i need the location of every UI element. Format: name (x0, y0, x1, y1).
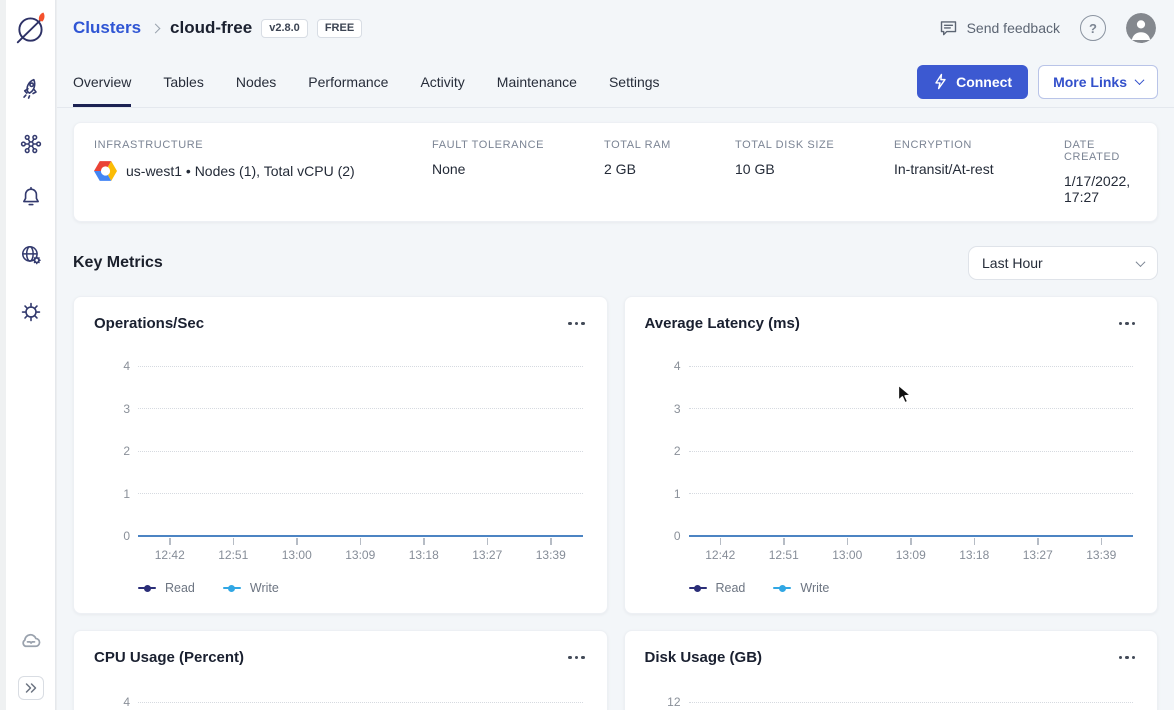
tab-activity[interactable]: Activity (420, 56, 464, 107)
x-axis-labels: 12:4212:5113:0013:0913:1813:2713:39 (138, 548, 583, 562)
time-range-select[interactable]: Last Hour (968, 246, 1158, 280)
chart-title: Disk Usage (GB) (645, 649, 763, 666)
feedback-speech-bubble-icon (938, 18, 959, 39)
chart-menu-ellipsis-icon[interactable] (566, 318, 587, 330)
send-feedback-button[interactable]: Send feedback (938, 18, 1060, 39)
chevron-down-icon (1136, 257, 1146, 267)
sidebar (6, 0, 56, 710)
key-metrics-title: Key Metrics (73, 254, 163, 272)
sidebar-item-settings-gear-icon[interactable] (18, 299, 44, 325)
tab-tables[interactable]: Tables (163, 56, 203, 107)
info-encryption: ENCRYPTION In-transit/At-rest (894, 139, 1064, 205)
x-axis-ticks (689, 538, 1134, 545)
chart-plot: 4 3 2 1 0 12:4212:5113:0013:0913:1813:27… (645, 359, 1134, 613)
key-metrics-row: Key Metrics Last Hour (57, 222, 1174, 280)
chart-menu-ellipsis-icon[interactable] (566, 652, 587, 664)
info-fault-tolerance: FAULT TOLERANCE None (432, 139, 604, 205)
tab-actions: Connect More Links (917, 56, 1158, 107)
legend-write[interactable]: Write (223, 581, 279, 595)
lightning-bolt-icon (933, 73, 948, 90)
chart-menu-ellipsis-icon[interactable] (1117, 318, 1138, 330)
chart-title: Operations/Sec (94, 315, 204, 332)
header-actions: Send feedback ? (938, 13, 1156, 43)
tab-overview[interactable]: Overview (73, 56, 131, 107)
x-axis-ticks (138, 538, 583, 545)
info-infrastructure: INFRASTRUCTURE us-west1 • Nodes (1), Tot… (94, 139, 432, 205)
send-feedback-label: Send feedback (967, 20, 1060, 36)
chart-card-operations-per-sec: Operations/Sec 4 3 2 1 0 12:4212:5113:00… (73, 296, 608, 614)
tab-performance[interactable]: Performance (308, 56, 388, 107)
chevron-down-icon (1135, 75, 1145, 85)
legend-read[interactable]: Read (689, 581, 746, 595)
cluster-info-card: INFRASTRUCTURE us-west1 • Nodes (1), Tot… (73, 122, 1158, 222)
tab-nodes[interactable]: Nodes (236, 56, 276, 107)
chart-plot: 12 (645, 693, 1134, 710)
app-window: Clusters cloud-free v2.8.0 FREE Send fee… (0, 0, 1174, 710)
tabs: Overview Tables Nodes Performance Activi… (73, 56, 660, 107)
connect-button[interactable]: Connect (917, 65, 1028, 99)
brand-logo-planet-rocket-icon[interactable] (13, 10, 49, 46)
chart-menu-ellipsis-icon[interactable] (1117, 652, 1138, 664)
tab-settings[interactable]: Settings (609, 56, 660, 107)
cluster-tabbar: Overview Tables Nodes Performance Activi… (57, 56, 1174, 108)
sidebar-item-regions-globe-settings-icon[interactable] (18, 242, 44, 268)
read-series-marker-icon (138, 584, 156, 592)
page-header: Clusters cloud-free v2.8.0 FREE Send fee… (57, 0, 1174, 56)
info-total-disk-size: TOTAL DISK SIZE 10 GB (735, 139, 894, 205)
x-axis-labels: 12:4212:5113:0013:0913:1813:2713:39 (689, 548, 1134, 562)
sidebar-item-network-cluster-icon[interactable] (18, 131, 44, 157)
chart-title: CPU Usage (Percent) (94, 649, 244, 666)
plan-badge: FREE (317, 19, 362, 38)
more-links-button[interactable]: More Links (1038, 65, 1158, 99)
tab-maintenance[interactable]: Maintenance (497, 56, 577, 107)
breadcrumb-clusters-link[interactable]: Clusters (73, 18, 141, 38)
gcp-logo-icon (94, 161, 117, 181)
chart-legend: Read Write (138, 581, 279, 595)
info-date-created: DATE CREATED 1/17/2022, 17:27 (1064, 139, 1137, 205)
chart-legend: Read Write (689, 581, 830, 595)
chart-plot: 4 (94, 693, 583, 710)
user-avatar[interactable] (1126, 13, 1156, 43)
chart-card-cpu-usage: CPU Usage (Percent) 4 (73, 630, 608, 710)
sidebar-item-alerts-bell-icon[interactable] (18, 184, 44, 210)
write-series-marker-icon (773, 584, 791, 592)
legend-write[interactable]: Write (773, 581, 829, 595)
breadcrumb-chevron-icon (151, 23, 161, 33)
main-area: Clusters cloud-free v2.8.0 FREE Send fee… (57, 0, 1174, 710)
write-series-marker-icon (223, 584, 241, 592)
breadcrumb-cluster-name: cloud-free (170, 18, 252, 38)
expand-sidebar-button[interactable] (18, 676, 44, 700)
legend-read[interactable]: Read (138, 581, 195, 595)
chart-card-average-latency: Average Latency (ms) 4 3 2 1 0 12:4212:5… (624, 296, 1159, 614)
info-total-ram: TOTAL RAM 2 GB (604, 139, 735, 205)
version-badge: v2.8.0 (261, 19, 308, 38)
chart-card-disk-usage: Disk Usage (GB) 12 (624, 630, 1159, 710)
charts-grid: Operations/Sec 4 3 2 1 0 12:4212:5113:00… (57, 280, 1174, 710)
chart-title: Average Latency (ms) (645, 315, 800, 332)
help-icon[interactable]: ? (1080, 15, 1106, 41)
cloud-status-icon[interactable] (17, 627, 45, 655)
chart-plot: 4 3 2 1 0 12:4212:5113:0013:0913:1813:27… (94, 359, 583, 613)
read-series-marker-icon (689, 584, 707, 592)
sidebar-item-clusters-rocket-icon[interactable] (18, 75, 44, 101)
